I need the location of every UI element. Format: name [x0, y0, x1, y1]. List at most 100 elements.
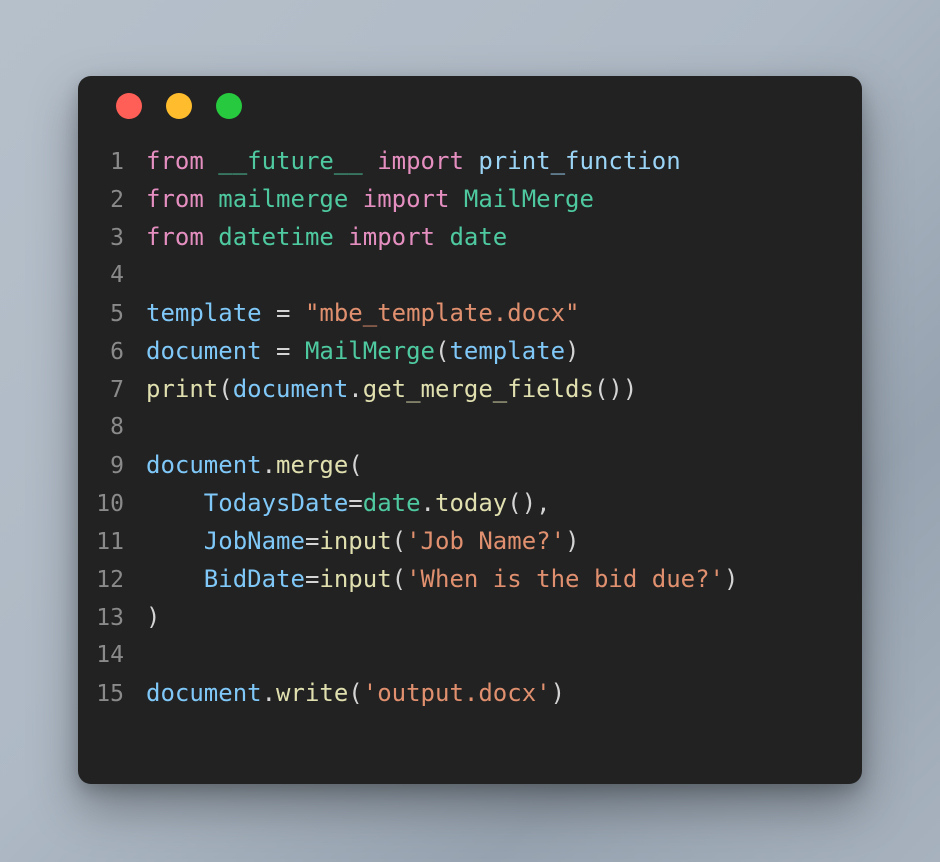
code-token: 'Job Name?' [406, 527, 566, 555]
code-token: = [304, 565, 320, 593]
code-editor[interactable]: 1 from __future__ import print_function 2 f… [78, 136, 862, 712]
code-token: __future__ [218, 147, 363, 175]
code-token: ) [550, 679, 566, 707]
line-number: 8 [110, 414, 124, 440]
code-token: print [146, 375, 219, 403]
code-token: ( [348, 451, 363, 479]
code-line-content: BidDate=input('When is the bid due?') [146, 560, 862, 598]
code-line: 1 from __future__ import print_function [78, 142, 862, 180]
code-line: 2 from mailmerge import MailMerge [78, 180, 862, 218]
code-token: from [146, 223, 204, 251]
code-token: ( [218, 375, 233, 403]
line-number: 7 [110, 377, 124, 403]
code-window: 1 from __future__ import print_function 2 f… [78, 76, 862, 784]
code-token: = [276, 299, 291, 327]
code-token: today [435, 489, 508, 517]
code-line: 9 document.merge( [78, 446, 862, 484]
maximize-button[interactable] [216, 93, 242, 119]
code-token: template [449, 337, 566, 365]
code-line-content: print(document.get_merge_fields()) [146, 370, 862, 408]
code-line: 8 [78, 408, 862, 446]
code-line: 10 TodaysDate=date.today(), [78, 484, 862, 522]
code-token: write [276, 679, 349, 707]
code-token: merge [276, 451, 349, 479]
code-line: 12 BidDate=input('When is the bid due?') [78, 560, 862, 598]
code-token: MailMerge [304, 337, 435, 365]
code-token: ()) [593, 375, 638, 403]
code-token: (), [507, 489, 551, 517]
code-line-content: TodaysDate=date.today(), [146, 484, 862, 522]
code-line-content: document.merge( [146, 446, 862, 484]
code-token: = [304, 527, 320, 555]
code-line-content: template = "mbe_template.docx" [146, 294, 862, 332]
code-token: document [146, 337, 262, 365]
code-token: import [348, 223, 435, 251]
minimize-button[interactable] [166, 93, 192, 119]
code-token: ( [391, 565, 407, 593]
code-token: . [261, 451, 277, 479]
line-number: 1 [110, 149, 124, 175]
code-line-content: from mailmerge import MailMerge [146, 180, 862, 218]
code-line: 4 [78, 256, 862, 294]
code-token: from [146, 147, 204, 175]
code-token: input [319, 565, 392, 593]
code-token: datetime [218, 223, 334, 251]
code-token: ( [435, 337, 450, 365]
code-token: ) [565, 337, 580, 365]
code-token: 'When is the bid due?' [406, 565, 724, 593]
code-token: "mbe_template.docx" [304, 299, 580, 327]
code-token: MailMerge [463, 185, 594, 213]
code-token: document [232, 375, 349, 403]
window-titlebar [78, 76, 862, 136]
code-line: 14 [78, 636, 862, 674]
code-token: ( [348, 679, 363, 707]
code-line: 11 JobName=input('Job Name?') [78, 522, 862, 560]
close-button[interactable] [116, 93, 142, 119]
code-line: 13) [78, 598, 862, 636]
line-number: 3 [110, 225, 124, 251]
code-line: 15 document.write('output.docx') [78, 674, 862, 712]
code-line: 7 print(document.get_merge_fields()) [78, 370, 862, 408]
line-number: 12 [96, 567, 124, 593]
code-token: template [146, 299, 262, 327]
line-number: 5 [110, 301, 124, 327]
code-token: ) [146, 603, 161, 631]
code-token: print_function [478, 147, 681, 175]
code-token: date [449, 223, 508, 251]
line-number: 9 [110, 453, 124, 479]
code-line-content: from datetime import date [146, 218, 862, 256]
line-number: 4 [110, 262, 124, 288]
code-token: from [146, 185, 204, 213]
code-token: 'output.docx' [362, 679, 551, 707]
code-line: 3 from datetime import date [78, 218, 862, 256]
code-token: . [261, 679, 277, 707]
code-line-content: JobName=input('Job Name?') [146, 522, 862, 560]
code-line-content: from __future__ import print_function [146, 142, 862, 180]
code-line: 5 template = "mbe_template.docx" [78, 294, 862, 332]
code-token: TodaysDate [203, 489, 349, 517]
code-line-content: document.write('output.docx') [146, 674, 862, 712]
code-token: input [319, 527, 392, 555]
line-number: 2 [110, 187, 124, 213]
code-token: date [362, 489, 421, 517]
line-number: 15 [96, 681, 124, 707]
line-number: 11 [96, 529, 124, 555]
line-number: 6 [110, 339, 124, 365]
code-token: = [276, 337, 291, 365]
code-token: mailmerge [218, 185, 349, 213]
code-line: 6 document = MailMerge(template) [78, 332, 862, 370]
code-token: ) [565, 527, 580, 555]
